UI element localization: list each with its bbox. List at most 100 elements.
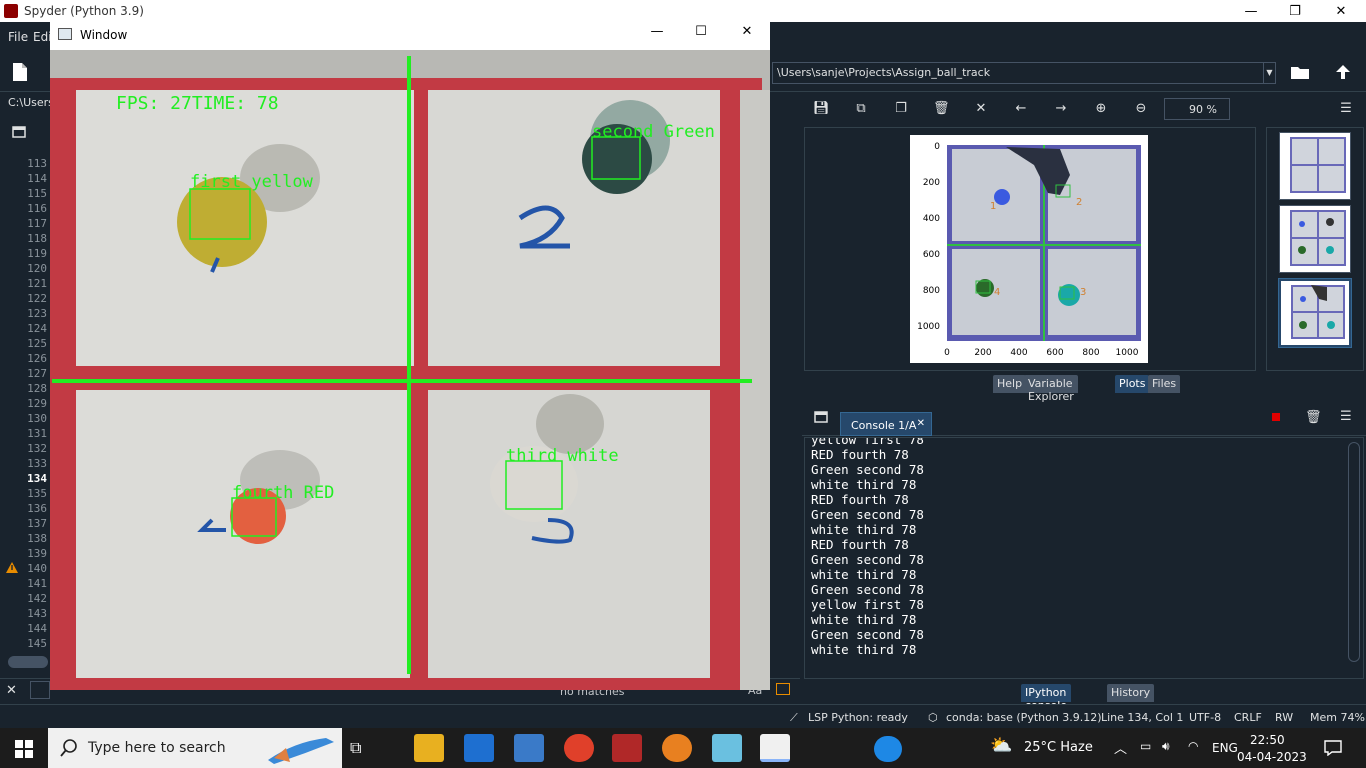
tab-ipython-console[interactable]: IPython console bbox=[1021, 684, 1072, 712]
find-input[interactable] bbox=[30, 681, 50, 699]
weather-text[interactable]: 25°C Haze bbox=[1024, 740, 1093, 755]
y-tick-label: 600 bbox=[923, 250, 940, 260]
new-file-icon[interactable] bbox=[12, 62, 28, 82]
chevron-down-icon[interactable]: ▼ bbox=[1263, 63, 1275, 83]
y-tick-label: 1000 bbox=[917, 322, 940, 332]
previous-plot-icon[interactable]: ← bbox=[1013, 101, 1029, 117]
copy-plot-icon[interactable]: ❐ bbox=[893, 101, 909, 117]
browse-tabs-icon[interactable] bbox=[12, 126, 26, 138]
stop-kernel-icon[interactable] bbox=[1272, 413, 1280, 421]
label-second-green: second Green bbox=[592, 122, 715, 142]
save-plot-icon[interactable]: 💾︎ bbox=[813, 101, 830, 117]
tab-plots[interactable]: Plots bbox=[1115, 375, 1150, 393]
figure-x-axis: 0 200 400 600 800 1000 bbox=[944, 348, 1139, 358]
console-browse-tabs-icon[interactable] bbox=[814, 411, 828, 423]
chevron-up-icon[interactable]: ︿ bbox=[1114, 738, 1127, 757]
tab-files[interactable]: Files bbox=[1148, 375, 1181, 393]
tab-help[interactable]: Help bbox=[993, 375, 1027, 393]
plot-thumbnail[interactable] bbox=[1279, 132, 1351, 200]
line-number: 129 bbox=[27, 397, 47, 410]
close-icon[interactable]: ✕ bbox=[1318, 0, 1364, 22]
cursor-position: Line 134, Col 1 bbox=[1101, 711, 1184, 724]
remove-variables-icon[interactable]: 🗑︎ bbox=[1305, 410, 1322, 425]
browse-folder-icon[interactable] bbox=[1290, 64, 1310, 80]
console-scrollbar[interactable] bbox=[1348, 442, 1360, 662]
console-line: Green second 78 bbox=[811, 627, 924, 642]
clock-date[interactable]: 04-04-2023 bbox=[1237, 750, 1307, 764]
language-indicator[interactable]: ENG bbox=[1212, 741, 1238, 755]
help-icon[interactable] bbox=[874, 736, 902, 762]
close-console-tab-icon[interactable]: ✕ bbox=[917, 418, 925, 429]
console-line: RED fourth 78 bbox=[811, 447, 909, 462]
label-fourth-red: fourth RED bbox=[232, 483, 334, 503]
zoom-out-icon[interactable]: ⊖ bbox=[1133, 101, 1149, 117]
brave-browser-icon[interactable] bbox=[564, 734, 594, 762]
line-number: 140 bbox=[27, 562, 47, 575]
camera-frame: FPS: 27TIME: 78 first yellow second Gree… bbox=[50, 50, 770, 690]
battery-icon[interactable]: ▭ bbox=[1140, 739, 1151, 753]
volume-icon[interactable]: 🔊︎ bbox=[1162, 739, 1170, 754]
conda-status[interactable]: conda: base (Python 3.9.12) bbox=[946, 711, 1102, 724]
figure-digit-1: 1 bbox=[990, 201, 996, 212]
file-explorer-icon[interactable] bbox=[414, 734, 444, 762]
options-menu-icon[interactable]: ☰ bbox=[1338, 101, 1354, 117]
restore-icon[interactable]: ❐ bbox=[1272, 0, 1318, 22]
line-number: 133 bbox=[27, 457, 47, 470]
mail-icon[interactable] bbox=[464, 734, 494, 762]
search-placeholder: Type here to search bbox=[88, 740, 226, 756]
menu-edit[interactable]: Edi bbox=[33, 30, 52, 44]
tab-variable-explorer[interactable]: Variable Explorer bbox=[1024, 375, 1078, 403]
working-directory-path: \Users\sanje\Projects\Assign_ball_track bbox=[777, 66, 991, 79]
label-third-white: third white bbox=[506, 446, 619, 466]
zoom-level-field[interactable]: 90 % bbox=[1164, 98, 1230, 120]
opencv-window-title: Window bbox=[80, 28, 128, 42]
lsp-status[interactable]: LSP Python: ready bbox=[808, 711, 908, 724]
close-find-icon[interactable]: ✕ bbox=[6, 683, 17, 698]
save-all-plots-icon[interactable]: ⧉ bbox=[853, 101, 869, 117]
line-number: 125 bbox=[27, 337, 47, 350]
close-icon[interactable]: ✕ bbox=[724, 20, 770, 42]
active-window-icon[interactable] bbox=[760, 734, 790, 762]
regex-icon[interactable] bbox=[776, 683, 790, 695]
console-output[interactable]: yellow first 78 RED fourth 78 Green second… bbox=[804, 437, 1364, 679]
clock-time[interactable]: 22:50 bbox=[1250, 733, 1285, 747]
plot-thumbnail-selected[interactable] bbox=[1278, 278, 1352, 348]
minimize-icon[interactable]: — bbox=[634, 20, 680, 42]
editor-horizontal-scrollbar[interactable] bbox=[8, 656, 48, 668]
console-options-icon[interactable]: ☰ bbox=[1340, 409, 1352, 424]
fps-overlay: FPS: 27TIME: 78 bbox=[116, 93, 279, 114]
tab-history[interactable]: History bbox=[1107, 684, 1155, 702]
windows-start-icon[interactable] bbox=[15, 740, 33, 758]
maximize-icon[interactable]: ☐ bbox=[678, 20, 724, 42]
line-number: 144 bbox=[27, 622, 47, 635]
task-view-icon[interactable]: ⧉ bbox=[350, 738, 361, 758]
taskbar-search-box[interactable]: Type here to search bbox=[48, 728, 342, 768]
parent-directory-icon[interactable] bbox=[1335, 64, 1351, 80]
spyder-taskbar-icon[interactable] bbox=[612, 734, 642, 762]
this-pc-icon[interactable] bbox=[514, 734, 544, 762]
plot-figure[interactable]: 1 2 4 3 0 200 400 600 800 1000 0 200 400 600 800 1… bbox=[910, 135, 1148, 363]
wifi-icon[interactable]: ◠ bbox=[1188, 739, 1198, 753]
minimize-icon[interactable]: — bbox=[1228, 0, 1274, 22]
file-encoding: UTF-8 bbox=[1189, 711, 1222, 724]
search-highlight-icon bbox=[268, 738, 334, 764]
status-bar: ⟋ LSP Python: ready ⬡ conda: base (Pytho… bbox=[0, 704, 1366, 728]
line-number: 143 bbox=[27, 607, 47, 620]
working-directory-combobox[interactable]: \Users\sanje\Projects\Assign_ball_track … bbox=[772, 62, 1276, 84]
zoom-in-icon[interactable]: ⊕ bbox=[1093, 101, 1109, 117]
plot-thumbnail[interactable] bbox=[1279, 205, 1351, 273]
remove-all-plots-icon[interactable]: ✕ bbox=[973, 101, 989, 117]
line-number: 138 bbox=[27, 532, 47, 545]
line-number: 123 bbox=[27, 307, 47, 320]
console-line: white third 78 bbox=[811, 477, 917, 492]
jupyter-icon[interactable] bbox=[662, 734, 692, 762]
console-tab[interactable]: Console 1/A ✕ bbox=[840, 412, 932, 436]
line-number: 120 bbox=[27, 262, 47, 275]
next-plot-icon[interactable]: → bbox=[1053, 101, 1069, 117]
notifications-icon[interactable] bbox=[1324, 740, 1342, 756]
app-icon[interactable] bbox=[712, 734, 742, 762]
y-tick-label: 0 bbox=[934, 142, 940, 152]
remove-plot-icon[interactable]: 🗑︎ bbox=[933, 101, 950, 117]
menu-file[interactable]: File bbox=[8, 30, 28, 44]
line-number: 115 bbox=[27, 187, 47, 200]
